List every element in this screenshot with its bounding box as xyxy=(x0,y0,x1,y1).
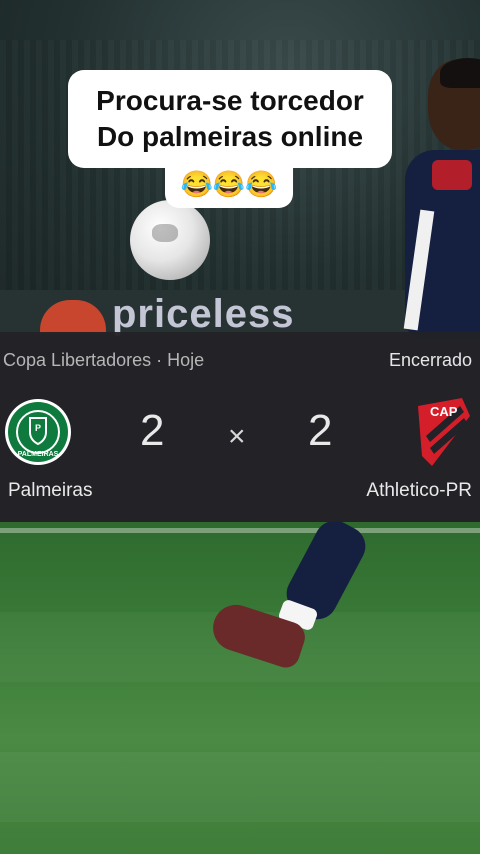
athletico-crest-icon: CAP xyxy=(418,398,470,466)
score-separator: × xyxy=(228,420,246,453)
pitch-line xyxy=(0,528,480,533)
shirt-badge xyxy=(432,160,472,190)
crest-text: CAP xyxy=(430,404,458,419)
pitch xyxy=(0,522,480,854)
palmeiras-crest-icon: P PALMEIRAS xyxy=(5,399,71,465)
laughing-emoji-icons: 😂😂😂 xyxy=(165,160,293,208)
competition-label: Copa Libertadores · Hoje xyxy=(3,350,205,370)
crest-text: PALMEIRAS xyxy=(18,451,59,458)
match-status: Encerrado xyxy=(388,350,472,370)
pitch-stripe xyxy=(0,752,480,822)
away-team-name: Athletico-PR xyxy=(366,480,472,501)
meme-caption: Procura-se torcedor Do palmeiras online xyxy=(68,70,392,168)
home-team-name: Palmeiras xyxy=(8,480,93,501)
caption-line-1: Procura-se torcedor xyxy=(96,85,364,116)
player-hair xyxy=(440,58,480,88)
soccer-ball xyxy=(130,200,210,280)
away-score: 2 xyxy=(308,406,333,455)
caption-line-2: Do palmeiras online xyxy=(96,121,364,152)
sponsor-text: priceless xyxy=(112,292,295,336)
home-score: 2 xyxy=(140,406,165,455)
svg-text:P: P xyxy=(35,423,41,433)
